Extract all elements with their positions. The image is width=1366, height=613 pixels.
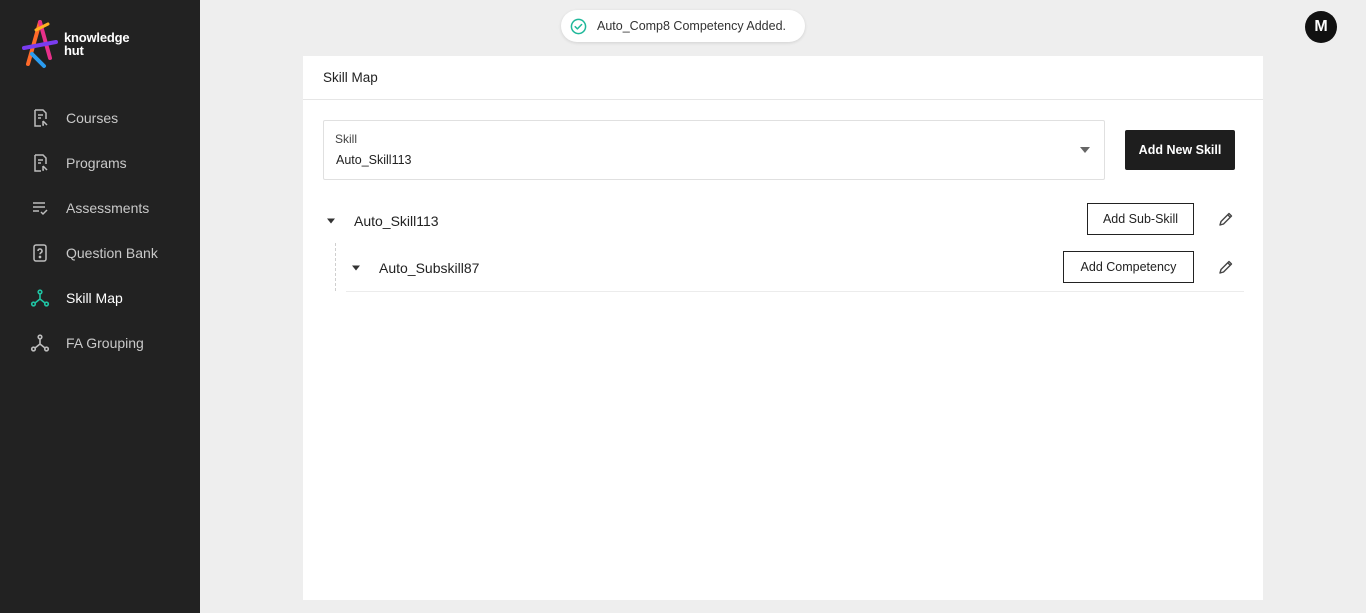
add-competency-button[interactable]: Add Competency bbox=[1063, 251, 1194, 283]
skill-map-card: Skill Map Skill Auto_Skill113 Add New Sk… bbox=[303, 56, 1263, 600]
tree-connector bbox=[335, 243, 336, 291]
network-icon bbox=[30, 333, 50, 353]
checklist-icon bbox=[30, 198, 50, 218]
skill-name: Auto_Skill113 bbox=[354, 213, 439, 229]
toast-message: Auto_Comp8 Competency Added. bbox=[597, 19, 787, 33]
network-icon bbox=[30, 288, 50, 308]
logo-text-line2: hut bbox=[64, 43, 84, 58]
sidebar-item-skill-map[interactable]: Skill Map bbox=[0, 275, 200, 320]
user-avatar[interactable]: M bbox=[1305, 11, 1337, 43]
add-new-skill-button[interactable]: Add New Skill bbox=[1125, 130, 1235, 170]
sidebar-item-label: Question Bank bbox=[66, 244, 158, 261]
sidebar-item-question-bank[interactable]: Question Bank bbox=[0, 230, 200, 275]
document-pointer-icon bbox=[30, 108, 50, 128]
skill-select[interactable]: Skill Auto_Skill113 bbox=[323, 120, 1105, 180]
subskill-name: Auto_Subskill87 bbox=[379, 260, 480, 276]
sidebar-item-label: Courses bbox=[66, 109, 119, 126]
sidebar-item-label: FA Grouping bbox=[66, 334, 144, 351]
card-header: Skill Map bbox=[303, 56, 1263, 100]
sidebar-item-label: Programs bbox=[66, 154, 127, 171]
subskill-divider bbox=[346, 291, 1244, 292]
skill-select-label: Skill bbox=[335, 132, 358, 146]
chevron-down-icon bbox=[1080, 147, 1090, 153]
page-title: Skill Map bbox=[323, 70, 378, 85]
sidebar-item-label: Assessments bbox=[66, 199, 150, 216]
logo-mark-icon bbox=[22, 20, 58, 68]
collapse-caret-icon[interactable] bbox=[326, 217, 336, 225]
subskill-row: Auto_Subskill87 bbox=[351, 258, 479, 278]
sidebar-nav: Courses Programs Assessments Question Ba… bbox=[0, 95, 200, 365]
sidebar-item-assessments[interactable]: Assessments bbox=[0, 185, 200, 230]
add-sub-skill-button[interactable]: Add Sub-Skill bbox=[1087, 203, 1194, 235]
sidebar-item-programs[interactable]: Programs bbox=[0, 140, 200, 185]
collapse-caret-icon[interactable] bbox=[351, 264, 361, 272]
check-circle-icon bbox=[570, 18, 587, 34]
skill-select-value: Auto_Skill113 bbox=[336, 153, 412, 167]
skill-row: Auto_Skill113 bbox=[326, 211, 439, 231]
question-square-icon bbox=[30, 243, 50, 263]
sidebar-item-fa-grouping[interactable]: FA Grouping bbox=[0, 320, 200, 365]
sidebar: knowledge hut Courses Programs Assessmen… bbox=[0, 0, 200, 613]
pencil-icon[interactable] bbox=[1218, 259, 1234, 275]
logo-text: knowledge hut bbox=[64, 31, 130, 58]
sidebar-item-label: Skill Map bbox=[66, 289, 123, 306]
pencil-icon[interactable] bbox=[1218, 211, 1234, 227]
success-toast: Auto_Comp8 Competency Added. bbox=[561, 10, 805, 42]
document-pointer-icon bbox=[30, 153, 50, 173]
knowledgehut-logo[interactable]: knowledge hut bbox=[18, 18, 148, 70]
sidebar-item-courses[interactable]: Courses bbox=[0, 95, 200, 140]
